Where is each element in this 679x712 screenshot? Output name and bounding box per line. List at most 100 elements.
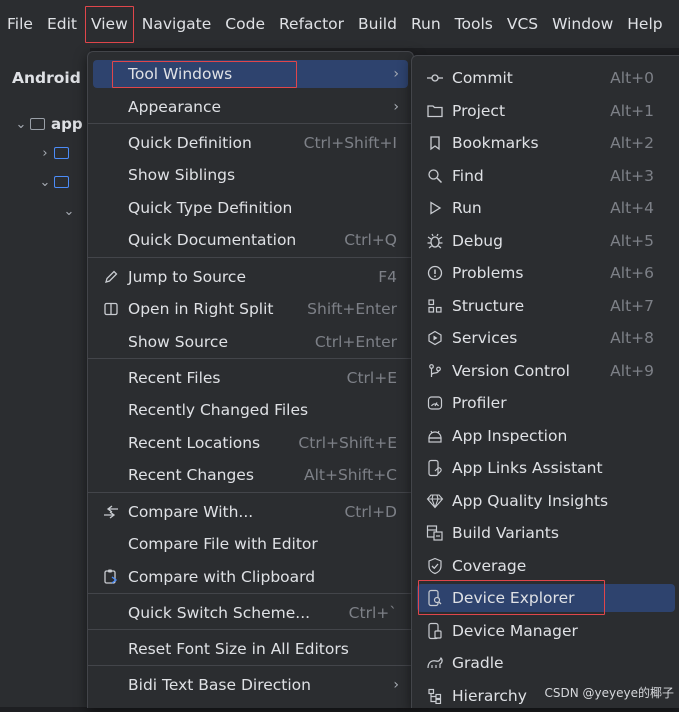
menu-item-quick-switch-scheme[interactable]: Quick Switch Scheme... Ctrl+` xyxy=(88,597,413,629)
menu-item-recent-locations[interactable]: Recent Locations Ctrl+Shift+E xyxy=(88,427,413,459)
menu-item-label: Services xyxy=(452,329,518,347)
tool-window-app-inspection[interactable]: App Inspection xyxy=(412,420,679,452)
menu-separator xyxy=(88,665,413,666)
menu-navigate[interactable]: Navigate xyxy=(135,0,219,48)
device-manager-icon xyxy=(426,622,444,640)
vcs-icon xyxy=(426,362,444,380)
menu-item-label: Find xyxy=(452,167,484,185)
tree-row-folder-1[interactable]: › xyxy=(36,142,75,164)
menu-tools[interactable]: Tools xyxy=(448,0,500,48)
menu-item-label: Recent Files xyxy=(128,369,221,387)
menu-item-tool-windows[interactable]: Tool Windows › xyxy=(88,58,413,90)
services-icon xyxy=(426,329,444,347)
menu-item-label: Bookmarks xyxy=(452,134,539,152)
tool-window-run[interactable]: Run Alt+4 xyxy=(412,192,679,224)
menu-item-quick-definition[interactable]: Quick Definition Ctrl+Shift+I xyxy=(88,127,413,159)
menu-item-compare-with[interactable]: Compare With... Ctrl+D xyxy=(88,496,413,528)
tool-window-profiler[interactable]: Profiler xyxy=(412,387,679,419)
tool-window-structure[interactable]: Structure Alt+7 xyxy=(412,290,679,322)
menu-item-label: Quick Documentation xyxy=(128,231,297,249)
menu-item-quick-type-definition[interactable]: Quick Type Definition xyxy=(88,192,413,224)
menu-view[interactable]: View xyxy=(84,0,135,48)
bookmark-icon xyxy=(426,134,444,152)
chevron-right-icon[interactable]: › xyxy=(36,146,54,161)
menu-item-label: Compare With... xyxy=(128,503,254,521)
shortcut-label: Ctrl+` xyxy=(348,604,397,622)
shortcut-label: Alt+9 xyxy=(610,362,654,380)
menu-edit[interactable]: Edit xyxy=(40,0,84,48)
menu-code[interactable]: Code xyxy=(218,0,272,48)
tree-row-app[interactable]: ⌄ app xyxy=(12,113,83,135)
tool-window-find[interactable]: Find Alt+3 xyxy=(412,160,679,192)
menu-item-compare-with-clipboard[interactable]: Compare with Clipboard xyxy=(88,561,413,593)
tool-window-app-quality-insights[interactable]: App Quality Insights xyxy=(412,485,679,517)
menu-item-label: Tool Windows xyxy=(128,65,233,83)
project-view-selector[interactable]: Android xyxy=(12,69,81,87)
menu-refactor[interactable]: Refactor xyxy=(272,0,351,48)
menu-item-label: Compare File with Editor xyxy=(128,535,318,553)
tool-window-device-explorer[interactable]: Device Explorer xyxy=(412,582,679,614)
shortcut-label: Alt+Shift+C xyxy=(303,466,397,484)
module-folder-icon xyxy=(30,118,45,130)
profiler-icon xyxy=(426,394,444,412)
menu-item-open-right-split[interactable]: Open in Right Split Shift+Enter xyxy=(88,293,413,325)
folder-icon xyxy=(54,147,69,159)
tool-window-build-variants[interactable]: Build Variants xyxy=(412,517,679,549)
chevron-right-icon: › xyxy=(393,66,399,82)
menu-help[interactable]: Help xyxy=(620,0,669,48)
menu-build[interactable]: Build xyxy=(351,0,404,48)
menu-file[interactable]: File xyxy=(0,0,40,48)
menu-item-show-siblings[interactable]: Show Siblings xyxy=(88,159,413,191)
menu-vcs[interactable]: VCS xyxy=(500,0,545,48)
shortcut-label: F4 xyxy=(378,268,397,286)
menu-item-quick-documentation[interactable]: Quick Documentation Ctrl+Q xyxy=(88,224,413,256)
menu-item-label: Open in Right Split xyxy=(128,300,274,318)
menu-item-appearance[interactable]: Appearance › xyxy=(88,91,413,123)
tool-window-version-control[interactable]: Version Control Alt+9 xyxy=(412,355,679,387)
menu-item-label: App Quality Insights xyxy=(452,492,609,510)
menu-run[interactable]: Run xyxy=(404,0,448,48)
tool-window-gradle[interactable]: Gradle xyxy=(412,647,679,679)
menu-item-label: Coverage xyxy=(452,557,527,575)
tool-window-commit[interactable]: Commit Alt+0 xyxy=(412,62,679,94)
shortcut-label: Alt+6 xyxy=(610,264,654,282)
watermark: CSDN @yeyeye的椰子 xyxy=(544,686,674,700)
menu-item-label: Version Control xyxy=(452,362,570,380)
chevron-right-icon: › xyxy=(393,99,399,115)
menu-item-compare-file-with-editor[interactable]: Compare File with Editor xyxy=(88,528,413,560)
menu-item-reset-font-size[interactable]: Reset Font Size in All Editors xyxy=(88,633,413,665)
tool-window-device-manager[interactable]: Device Manager xyxy=(412,615,679,647)
tree-row-folder-3[interactable]: ⌄ xyxy=(60,200,78,222)
menu-item-recent-changes[interactable]: Recent Changes Alt+Shift+C xyxy=(88,459,413,491)
menu-item-label: Profiler xyxy=(452,394,507,412)
menu-item-label: Reset Font Size in All Editors xyxy=(128,640,349,658)
tool-window-app-links-assistant[interactable]: App Links Assistant xyxy=(412,452,679,484)
chevron-down-icon[interactable]: ⌄ xyxy=(60,204,78,219)
tree-row-folder-2[interactable]: ⌄ xyxy=(36,171,75,193)
chevron-down-icon[interactable]: ⌄ xyxy=(12,117,30,132)
menu-item-recent-files[interactable]: Recent Files Ctrl+E xyxy=(88,362,413,394)
menu-item-label: Gradle xyxy=(452,654,504,672)
menu-item-recently-changed-files[interactable]: Recently Changed Files xyxy=(88,394,413,426)
tool-windows-submenu: Commit Alt+0 Project Alt+1 Bookmarks Alt… xyxy=(411,55,679,708)
menu-item-show-source[interactable]: Show Source Ctrl+Enter xyxy=(88,326,413,358)
menu-item-label: Appearance xyxy=(128,98,222,116)
menu-item-bidi-text-direction[interactable]: Bidi Text Base Direction › xyxy=(88,669,413,701)
menu-item-label: Device Manager xyxy=(452,622,578,640)
tool-window-project[interactable]: Project Alt+1 xyxy=(412,95,679,127)
shortcut-label: Alt+0 xyxy=(610,69,654,87)
menu-item-label: Compare with Clipboard xyxy=(128,568,316,586)
menu-window[interactable]: Window xyxy=(545,0,620,48)
tool-window-coverage[interactable]: Coverage xyxy=(412,550,679,582)
tool-window-problems[interactable]: Problems Alt+6 xyxy=(412,257,679,289)
shortcut-label: Alt+3 xyxy=(610,167,654,185)
menu-item-jump-to-source[interactable]: Jump to Source F4 xyxy=(88,261,413,293)
tool-window-bookmarks[interactable]: Bookmarks Alt+2 xyxy=(412,127,679,159)
chevron-down-icon[interactable]: ⌄ xyxy=(36,175,54,190)
diamond-icon xyxy=(426,492,444,510)
shortcut-label: Alt+7 xyxy=(610,297,654,315)
tool-window-debug[interactable]: Debug Alt+5 xyxy=(412,225,679,257)
menu-item-label: Structure xyxy=(452,297,525,315)
shortcut-label: Alt+4 xyxy=(610,199,654,217)
tool-window-services[interactable]: Services Alt+8 xyxy=(412,322,679,354)
